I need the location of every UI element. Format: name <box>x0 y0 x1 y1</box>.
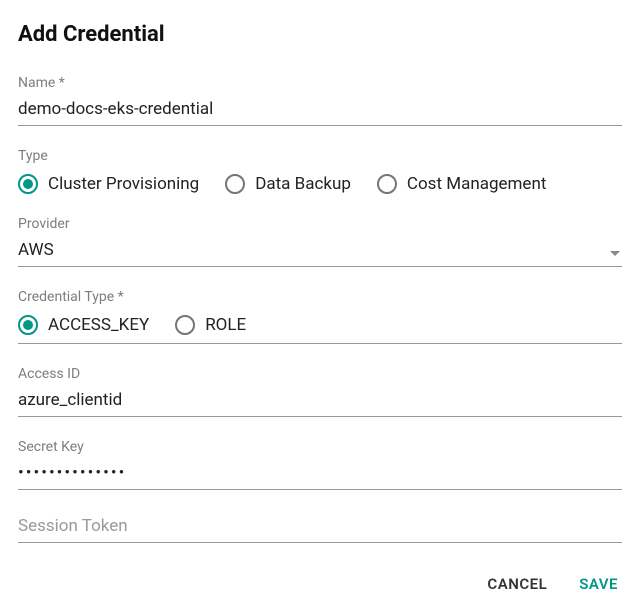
radio-selected-icon <box>18 315 38 335</box>
radio-label: Cost Management <box>407 174 546 194</box>
provider-label: Provider <box>18 216 622 232</box>
dialog-title: Add Credential <box>18 22 622 47</box>
credential-type-field: Credential Type * ACCESS_KEY ROLE <box>18 289 622 344</box>
type-radio-data-backup[interactable]: Data Backup <box>225 174 351 194</box>
divider <box>18 343 622 344</box>
access-id-field: Access ID <box>18 366 622 417</box>
radio-label: ACCESS_KEY <box>48 315 149 335</box>
provider-field: Provider AWS <box>18 216 622 267</box>
credential-type-radio-access-key[interactable]: ACCESS_KEY <box>18 315 149 335</box>
provider-select[interactable]: AWS <box>18 236 622 267</box>
radio-label: Data Backup <box>255 174 351 194</box>
name-label: Name * <box>18 75 622 91</box>
secret-key-field: Secret Key •••••••••••••• <box>18 439 622 490</box>
secret-key-input[interactable]: •••••••••••••• <box>18 459 622 490</box>
credential-type-label: Credential Type * <box>18 289 622 305</box>
credential-type-radio-role[interactable]: ROLE <box>175 315 246 335</box>
type-label: Type <box>18 148 622 164</box>
name-input[interactable] <box>18 95 622 126</box>
type-radio-cost-management[interactable]: Cost Management <box>377 174 546 194</box>
radio-selected-icon <box>18 174 38 194</box>
save-button[interactable]: SAVE <box>575 569 622 599</box>
provider-value: AWS <box>18 240 54 260</box>
radio-label: Cluster Provisioning <box>48 174 199 194</box>
session-token-field <box>18 512 622 543</box>
access-id-label: Access ID <box>18 366 622 382</box>
add-credential-dialog: Add Credential Name * Type Cluster Provi… <box>0 0 640 613</box>
chevron-down-icon <box>610 251 620 256</box>
type-radio-cluster-provisioning[interactable]: Cluster Provisioning <box>18 174 199 194</box>
secret-key-label: Secret Key <box>18 439 622 455</box>
name-field: Name * <box>18 75 622 126</box>
radio-label: ROLE <box>205 315 246 335</box>
access-id-input[interactable] <box>18 386 622 417</box>
radio-unselected-icon <box>225 174 245 194</box>
session-token-input[interactable] <box>18 512 622 543</box>
radio-unselected-icon <box>175 315 195 335</box>
dialog-actions: CANCEL SAVE <box>18 565 622 603</box>
credential-type-radio-group: ACCESS_KEY ROLE <box>18 315 622 335</box>
radio-unselected-icon <box>377 174 397 194</box>
type-radio-group: Cluster Provisioning Data Backup Cost Ma… <box>18 174 622 194</box>
cancel-button[interactable]: CANCEL <box>483 569 551 599</box>
type-field: Type Cluster Provisioning Data Backup Co… <box>18 148 622 194</box>
